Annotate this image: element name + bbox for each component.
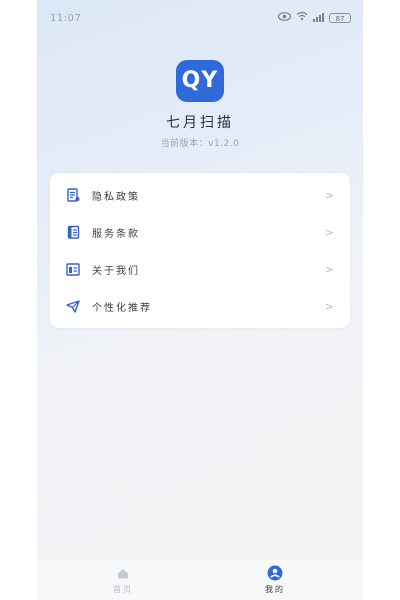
app-name: 七月扫描 <box>166 115 234 131</box>
user-icon <box>235 565 315 581</box>
eye-icon <box>277 11 292 24</box>
tab-label: 我的 <box>265 585 285 594</box>
battery-icon: 87 <box>329 12 351 23</box>
tab-mine[interactable]: 我的 <box>235 565 315 595</box>
menu-item-privacy-policy[interactable]: 隐私政策 > <box>50 177 350 213</box>
chevron-right-icon: > <box>324 188 334 202</box>
status-time: 11:07 <box>50 13 82 24</box>
menu-item-personalized-recommendation[interactable]: 个性化推荐 > <box>50 288 350 324</box>
menu-item-label: 服务条款 <box>92 228 140 240</box>
info-panel-icon <box>66 262 80 276</box>
signal-icon <box>313 13 324 22</box>
clipboard-icon <box>66 225 80 239</box>
home-icon <box>83 565 163 581</box>
chevron-right-icon: > <box>324 225 334 239</box>
status-bar: 11:07 87 <box>37 0 363 40</box>
menu-item-terms-of-service[interactable]: 服务条款 > <box>50 214 350 250</box>
app-version: 当前版本：v1.2.0 <box>160 139 240 149</box>
document-list-icon <box>66 188 80 202</box>
app-header: QY 七月扫描 当前版本：v1.2.0 <box>37 60 363 149</box>
tab-home[interactable]: 首页 <box>83 565 163 595</box>
status-icons: 87 <box>277 11 351 24</box>
chevron-right-icon: > <box>324 262 334 276</box>
paper-plane-icon <box>66 299 80 313</box>
wifi-icon <box>296 11 308 24</box>
menu-item-label: 隐私政策 <box>92 191 140 203</box>
chevron-right-icon: > <box>324 299 334 313</box>
menu-item-about-us[interactable]: 关于我们 > <box>50 251 350 287</box>
app-screen: 11:07 87 QY 七月扫描 当前版本：v1.2.0 隐私政策 > 服务条款… <box>37 0 363 600</box>
tab-label: 首页 <box>113 585 133 594</box>
app-logo: QY <box>176 60 224 102</box>
menu-item-label: 关于我们 <box>92 265 140 277</box>
bottom-tab-bar: 首页 我的 <box>37 560 363 600</box>
settings-menu: 隐私政策 > 服务条款 > 关于我们 > 个性化推荐 > <box>50 173 350 328</box>
menu-item-label: 个性化推荐 <box>92 302 152 314</box>
